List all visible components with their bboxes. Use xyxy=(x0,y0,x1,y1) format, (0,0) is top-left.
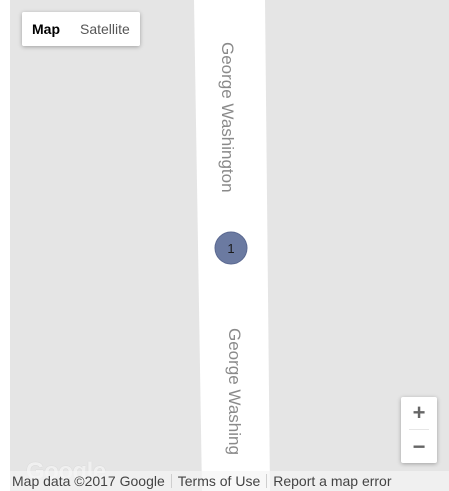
map-footer: Map data ©2017 Google Terms of Use Repor… xyxy=(10,471,449,491)
terms-of-use-link[interactable]: Terms of Use xyxy=(172,471,266,491)
map-tiles: George Washington George Washing 1 xyxy=(194,0,270,491)
road-label-lower: George Washing xyxy=(225,328,244,455)
map-type-map-button[interactable]: Map xyxy=(22,12,70,46)
zoom-divider xyxy=(409,429,429,430)
zoom-control: + − xyxy=(401,397,437,463)
report-map-error-link[interactable]: Report a map error xyxy=(267,471,397,491)
map-type-satellite-button[interactable]: Satellite xyxy=(70,12,140,46)
map-marker[interactable]: 1 xyxy=(214,231,248,265)
marker-count: 1 xyxy=(227,241,234,256)
map-canvas[interactable]: George Washington George Washing 1 Googl… xyxy=(10,0,449,491)
zoom-out-button[interactable]: − xyxy=(401,431,437,463)
map-data-attribution: Map data ©2017 Google xyxy=(12,473,165,489)
road-label-upper: George Washington xyxy=(218,42,237,193)
zoom-in-button[interactable]: + xyxy=(401,397,437,429)
map-type-control: Map Satellite xyxy=(22,12,140,46)
